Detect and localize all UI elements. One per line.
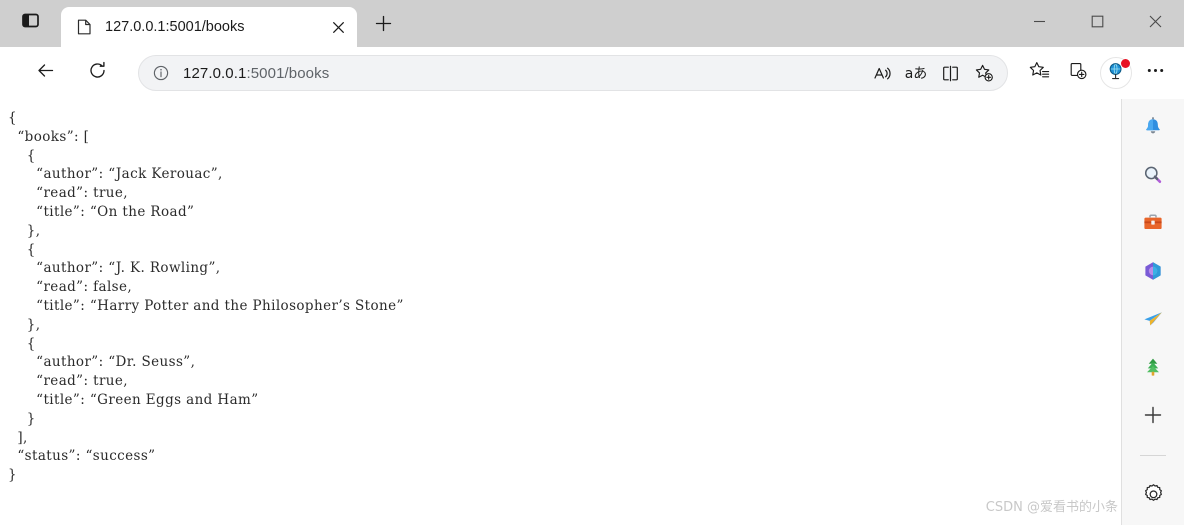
sidebar-item-search[interactable] [1133,157,1173,197]
site-information-icon[interactable] [147,59,175,87]
sidebar-item-tools[interactable] [1133,205,1173,245]
tab-title: 127.0.0.1:5001/books [105,19,245,35]
url-path: :5001/books [246,64,330,82]
window-controls [1010,0,1184,47]
page-content: { “books”: [ { “author”: “Jack Kerouac”,… [0,99,1121,525]
close-window-button[interactable] [1126,0,1184,47]
url-host: 127.0.0.1 [183,64,247,82]
address-bar[interactable]: 127.0.0.1:5001/books aあ [138,55,1008,91]
tree-icon [1142,356,1164,383]
translate-glyph: aあ [904,66,928,82]
sidebar-item-tree[interactable] [1133,349,1173,389]
collections-icon [1067,60,1088,86]
refresh-button[interactable] [78,54,116,92]
address-bar-actions: aあ [865,58,1001,88]
browser-window: 127.0.0.1:5001/books 127.0.0.1:5001/book… [0,0,1184,525]
favorites-button[interactable] [1020,54,1058,92]
sidebar-item-send[interactable] [1133,301,1173,341]
new-tab-button[interactable] [365,9,401,43]
json-response-body: { “books”: [ { “author”: “Jack Kerouac”,… [8,110,404,484]
title-bar: 127.0.0.1:5001/books [0,0,1184,47]
back-button[interactable] [26,54,64,92]
browser-toolbar-actions [1020,54,1174,92]
add-icon [1143,405,1163,430]
minimize-button[interactable] [1010,0,1068,47]
refresh-icon [88,61,107,85]
sidebar-item-microsoft-365[interactable] [1133,253,1173,293]
arrow-left-icon [36,61,55,85]
sidebar-divider [1140,455,1166,456]
tab-books[interactable]: 127.0.0.1:5001/books [61,7,357,47]
search-icon [1142,164,1164,191]
plus-icon [375,15,392,37]
split-screen-icon[interactable] [933,58,967,88]
maximize-icon [1091,15,1104,33]
tab-actions-icon [21,12,39,34]
microsoft-365-icon [1142,260,1164,287]
browser-essentials-button[interactable] [1100,57,1132,89]
tab-actions-button[interactable] [8,3,52,43]
read-aloud-icon[interactable] [865,58,899,88]
sidebar-item-settings[interactable] [1133,477,1173,517]
navigation-toolbar: 127.0.0.1:5001/books aあ [0,47,1184,99]
url-text: 127.0.0.1:5001/books [183,65,329,82]
sidebar-item-add[interactable] [1133,397,1173,437]
minimize-icon [1033,15,1046,33]
page-icon [75,18,93,36]
translate-icon[interactable]: aあ [899,58,933,88]
close-icon [1149,15,1162,33]
edge-sidebar [1122,99,1184,525]
settings-and-more-button[interactable] [1136,54,1174,92]
more-horizontal-icon [1146,61,1165,85]
collections-button[interactable] [1058,54,1096,92]
maximize-button[interactable] [1068,0,1126,47]
favorites-icon [1029,60,1050,86]
send-icon [1142,308,1164,335]
close-tab-icon[interactable] [325,14,351,40]
settings-icon [1142,483,1165,511]
notification-badge-dot [1121,59,1130,68]
add-favorite-icon[interactable] [967,58,1001,88]
tools-icon [1142,212,1164,239]
notifications-icon [1142,116,1164,143]
sidebar-item-notifications[interactable] [1133,109,1173,149]
